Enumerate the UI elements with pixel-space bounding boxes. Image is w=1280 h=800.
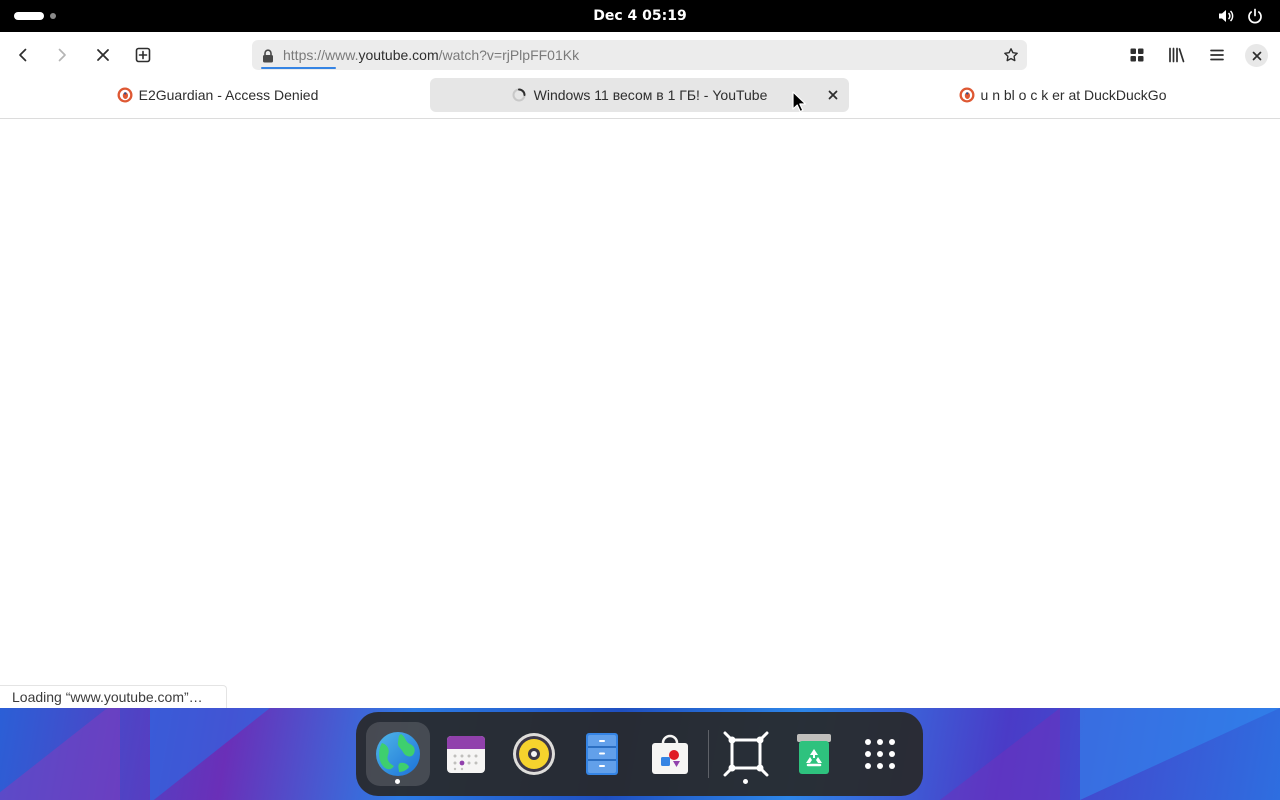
bookmark-star-icon[interactable] — [1003, 47, 1019, 63]
browser-header-bar: https://www.youtube.com/watch?v=rjPlpFF0… — [0, 32, 1280, 78]
wallpaper-shape — [0, 708, 120, 800]
web-browser-globe-icon — [376, 732, 420, 776]
running-indicator — [395, 779, 400, 784]
dock-files[interactable] — [570, 722, 634, 786]
activities-workspace-indicator[interactable] — [14, 11, 64, 21]
running-indicator — [743, 779, 748, 784]
inactive-workspace-dot — [50, 13, 56, 19]
calendar-icon — [447, 736, 485, 773]
status-bar: Loading “www.youtube.com”… — [0, 685, 227, 708]
dock-software[interactable] — [638, 722, 702, 786]
wallpaper-shape — [150, 708, 270, 800]
url-prefix: https://www. — [283, 47, 359, 63]
tab-close-button[interactable] — [825, 87, 841, 103]
duckduckgo-icon — [117, 87, 133, 103]
screenshot-frame-icon — [723, 731, 769, 777]
dock-separator — [708, 730, 709, 778]
loading-spinner-icon — [512, 88, 526, 102]
tab-title: Windows 11 весом в 1 ГБ! - YouTube — [533, 87, 768, 103]
stop-icon[interactable] — [88, 40, 118, 70]
close-icon — [828, 90, 838, 100]
tab-youtube-active[interactable]: Windows 11 весом в 1 ГБ! - YouTube — [430, 78, 849, 112]
page-load-progress-bar — [261, 67, 336, 69]
dock-music-player[interactable] — [502, 722, 566, 786]
music-speaker-icon — [513, 733, 555, 775]
volume-icon[interactable] — [1217, 7, 1235, 25]
file-cabinet-icon — [586, 733, 618, 775]
app-grid-icon — [865, 739, 895, 769]
address-bar[interactable]: https://www.youtube.com/watch?v=rjPlpFF0… — [252, 40, 1027, 70]
active-workspace-pill — [14, 12, 44, 20]
back-icon[interactable] — [8, 40, 38, 70]
clock[interactable]: Dec 4 05:19 — [540, 0, 740, 32]
system-top-bar: Dec 4 05:19 — [0, 0, 1280, 32]
forward-icon[interactable] — [47, 40, 77, 70]
url-host: youtube.com — [358, 47, 439, 63]
trash-recycle-icon — [797, 734, 831, 774]
dock — [356, 712, 923, 796]
wallpaper-shape — [1080, 708, 1280, 800]
tab-e2guardian[interactable]: E2Guardian - Access Denied — [10, 78, 425, 112]
power-icon[interactable] — [1246, 7, 1264, 25]
web-content-area[interactable] — [0, 119, 1280, 708]
mouse-pointer-icon — [792, 91, 806, 113]
tab-duckduckgo-search[interactable]: u n bl o c k er at DuckDuckGo — [855, 78, 1270, 112]
lock-icon[interactable] — [262, 48, 274, 63]
close-window-button[interactable] — [1245, 44, 1268, 67]
tab-title: E2Guardian - Access Denied — [138, 87, 319, 103]
new-tab-icon[interactable] — [128, 40, 158, 70]
wallpaper-shape — [940, 708, 1060, 800]
url-text[interactable]: https://www.youtube.com/watch?v=rjPlpFF0… — [283, 40, 579, 70]
software-bag-icon — [652, 734, 688, 774]
dock-screenshot-tool[interactable] — [714, 722, 778, 786]
close-icon — [1252, 51, 1261, 60]
dock-trash[interactable] — [782, 722, 846, 786]
menu-icon[interactable] — [1202, 40, 1232, 70]
tab-overview-icon[interactable] — [1122, 40, 1152, 70]
dock-calendar[interactable] — [434, 722, 498, 786]
tab-bar: E2Guardian - Access Denied Windows 11 ве… — [0, 78, 1280, 119]
duckduckgo-icon — [959, 87, 975, 103]
tab-title: u n bl o c k er at DuckDuckGo — [980, 87, 1167, 103]
url-path: /watch?v=rjPlpFF01Kk — [438, 47, 580, 63]
dock-web-browser[interactable] — [366, 722, 430, 786]
dock-show-apps[interactable] — [848, 722, 912, 786]
library-icon[interactable] — [1162, 40, 1192, 70]
